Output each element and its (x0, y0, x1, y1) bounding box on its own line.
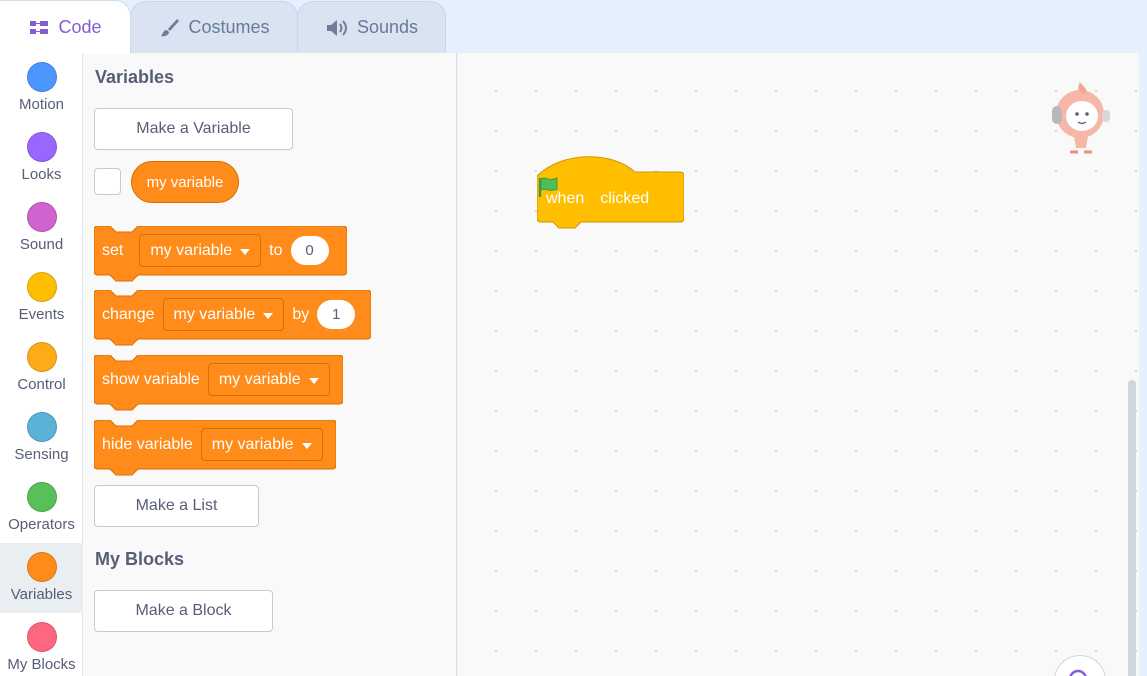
brush-icon (158, 17, 180, 39)
variable-dropdown[interactable]: my variable (207, 363, 330, 396)
make-variable-button[interactable]: Make a Variable (94, 108, 293, 150)
category-menu: Motion Looks Sound Events Control Sensin… (0, 53, 83, 676)
looks-color-dot (26, 132, 57, 162)
category-label: Motion (18, 96, 65, 113)
make-block-button[interactable]: Make a Block (94, 590, 273, 632)
my-blocks-section-title: My Blocks (95, 549, 185, 569)
variable-monitor-checkbox[interactable] (94, 168, 121, 195)
change-variable-block[interactable]: change my variable by 1 (94, 290, 371, 349)
value-input[interactable]: 0 (290, 236, 329, 265)
dropdown-caret-icon (240, 248, 251, 255)
show-variable-block[interactable]: show variable my variable (94, 355, 343, 414)
tab-costumes-label: Costumes (188, 17, 270, 37)
hide-block-content: hide variable my variable (94, 420, 323, 469)
change-block-content: change my variable by 1 (94, 290, 356, 339)
dropdown-value: my variable (150, 241, 233, 259)
tab-code[interactable]: Code (0, 0, 131, 54)
tab-sounds[interactable]: Sounds (297, 1, 446, 53)
when-flag-clicked-hat-block[interactable]: when clicked (537, 156, 684, 232)
code-icon (28, 19, 50, 37)
variables-section-title: Variables (95, 67, 175, 87)
dropdown-value: my variable (211, 435, 294, 453)
tab-code-label: Code (58, 17, 102, 37)
control-color-dot (26, 342, 57, 372)
speaker-icon (325, 18, 349, 38)
by-label: by (292, 305, 310, 323)
category-label: Looks (21, 166, 62, 183)
dropdown-caret-icon (263, 312, 274, 319)
hide-variable-label: hide variable (102, 435, 193, 453)
category-label: Control (17, 376, 66, 393)
dropdown-caret-icon (308, 377, 319, 384)
category-label: Variables (10, 586, 73, 603)
motion-color-dot (26, 62, 57, 92)
block-palette: Variables Make a Variable my variable se… (83, 53, 457, 676)
clicked-label: clicked (600, 190, 650, 207)
events-color-dot (26, 272, 57, 302)
set-variable-block[interactable]: set my variable to 0 (94, 226, 347, 285)
variable-reporter-block[interactable]: my variable (131, 161, 239, 203)
operators-color-dot (26, 482, 57, 512)
category-events[interactable]: Events (0, 263, 83, 333)
category-operators[interactable]: Operators (0, 473, 83, 543)
script-workspace[interactable] (458, 53, 1139, 676)
category-motion[interactable]: Motion (0, 53, 83, 123)
dropdown-caret-icon (301, 442, 312, 449)
sensing-color-dot (26, 412, 57, 442)
sound-color-dot (26, 202, 57, 232)
category-label: My Blocks (7, 656, 76, 673)
hat-block-content: when clicked (537, 176, 684, 222)
category-label: Sensing (14, 446, 69, 463)
tab-costumes[interactable]: Costumes (130, 1, 298, 53)
set-label: set (102, 241, 124, 259)
workspace-right-edge (1139, 53, 1147, 676)
category-label: Events (18, 306, 65, 323)
show-block-content: show variable my variable (94, 355, 330, 404)
show-variable-label: show variable (102, 370, 200, 388)
zoom-in-icon (1069, 669, 1087, 676)
tab-bar: Code Costumes Sounds (0, 0, 1147, 54)
variable-dropdown[interactable]: my variable (139, 234, 262, 267)
category-sensing[interactable]: Sensing (0, 403, 83, 473)
category-my-blocks[interactable]: My Blocks (0, 613, 83, 676)
variable-dropdown[interactable]: my variable (162, 298, 285, 331)
set-block-content: set my variable to 0 (94, 226, 329, 275)
value-input[interactable]: 1 (317, 300, 356, 329)
tab-sounds-label: Sounds (356, 17, 419, 37)
dropdown-value: my variable (218, 370, 301, 388)
change-label: change (102, 305, 155, 323)
category-label: Operators (8, 516, 75, 533)
category-looks[interactable]: Looks (0, 123, 83, 193)
workspace-vertical-scrollbar[interactable] (1128, 380, 1136, 676)
category-control[interactable]: Control (0, 333, 83, 403)
hide-variable-block[interactable]: hide variable my variable (94, 420, 336, 479)
category-sound[interactable]: Sound (0, 193, 83, 263)
my-blocks-color-dot (26, 622, 57, 652)
dropdown-value: my variable (173, 305, 256, 323)
to-label: to (269, 241, 283, 259)
sprite-watermark-icon (1046, 80, 1112, 161)
scratch-editor: Code Costumes Sounds Motion Looks Sound … (0, 0, 1147, 676)
category-variables[interactable]: Variables (0, 543, 83, 613)
make-list-button[interactable]: Make a List (94, 485, 259, 527)
category-label: Sound (19, 236, 64, 253)
variable-dropdown[interactable]: my variable (200, 428, 323, 461)
variables-color-dot (26, 552, 57, 582)
